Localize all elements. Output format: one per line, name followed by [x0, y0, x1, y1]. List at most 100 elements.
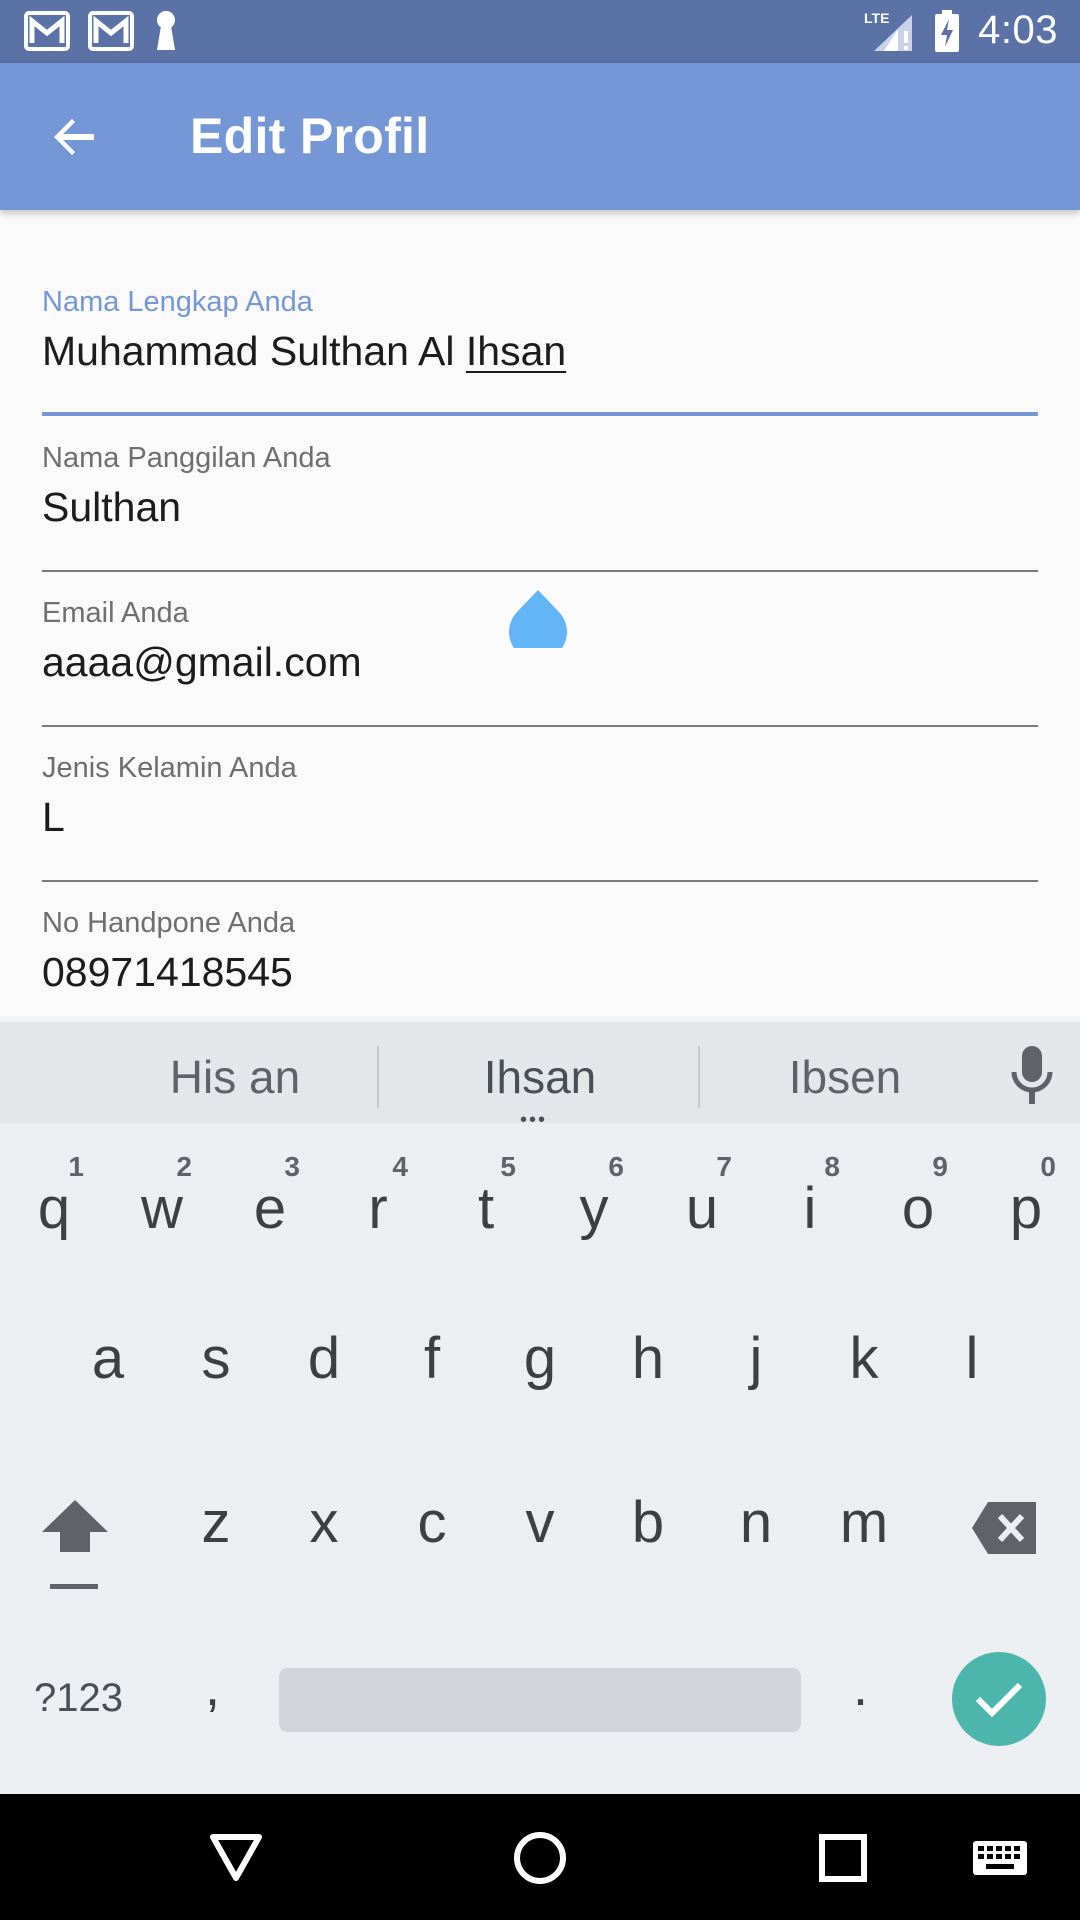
key-q[interactable]: q1	[0, 1123, 108, 1273]
key-number-hint: 5	[500, 1151, 516, 1182]
nickname-underline	[42, 570, 1038, 572]
app-bar: Edit Profil	[0, 63, 1080, 210]
key-o[interactable]: o9	[864, 1123, 972, 1273]
key-m[interactable]: m	[810, 1453, 918, 1603]
suggestion-divider	[377, 1046, 379, 1108]
key-number-hint: 8	[824, 1151, 840, 1182]
key-w[interactable]: w2	[108, 1123, 216, 1273]
microphone-icon[interactable]	[1006, 1044, 1058, 1106]
phone-field[interactable]: No Handpone Anda 08971418545	[42, 907, 1038, 996]
key-label: l	[965, 1326, 979, 1391]
key-i[interactable]: i8	[756, 1123, 864, 1273]
period-key[interactable]: .	[853, 1656, 868, 1718]
key-h[interactable]: h	[594, 1289, 702, 1439]
gender-input[interactable]: L	[42, 794, 1038, 841]
key-label: k	[849, 1326, 879, 1391]
keyboard-switch-button[interactable]	[966, 1824, 1034, 1892]
gender-underline	[42, 880, 1038, 882]
suggestion-divider	[698, 1046, 700, 1108]
key-row-1: q1w2e3r4t5y6u7i8o9p0	[0, 1123, 1080, 1273]
back-nav-button[interactable]	[202, 1824, 270, 1892]
key-label: j	[749, 1326, 763, 1391]
key-d[interactable]: d	[270, 1289, 378, 1439]
key-number-hint: 2	[176, 1151, 192, 1182]
key-v[interactable]: v	[486, 1453, 594, 1603]
space-bar[interactable]	[279, 1668, 801, 1732]
key-j[interactable]: j	[702, 1289, 810, 1439]
phone-input[interactable]: 08971418545	[42, 949, 1038, 996]
key-c[interactable]: c	[378, 1453, 486, 1603]
key-e[interactable]: e3	[216, 1123, 324, 1273]
suggestion-strip: His an Ihsan ••• Ibsen	[0, 1016, 1080, 1130]
shift-icon[interactable]	[38, 1496, 112, 1592]
key-row-3: zxcv b nm	[0, 1453, 1080, 1603]
nickname-label: Nama Panggilan Anda	[42, 442, 331, 474]
key-label: i	[803, 1176, 817, 1241]
back-button[interactable]	[38, 101, 110, 173]
recents-nav-button[interactable]	[809, 1824, 877, 1892]
suggestion-left[interactable]: His an	[140, 1050, 330, 1104]
key-b[interactable]: b	[594, 1453, 702, 1603]
full-name-underline	[42, 412, 1038, 416]
key-row-2: asd fgh j k l	[0, 1289, 1080, 1439]
key-label: z	[201, 1490, 231, 1555]
key-p[interactable]: p0	[972, 1123, 1080, 1273]
key-label: v	[525, 1490, 555, 1555]
key-f[interactable]: f	[378, 1289, 486, 1439]
keyhole-icon	[157, 11, 175, 50]
nickname-field[interactable]: Nama Panggilan Anda Sulthan	[42, 442, 1038, 572]
gender-label: Jenis Kelamin Anda	[42, 752, 297, 784]
battery-charging-icon	[935, 9, 960, 52]
key-number-hint: 6	[608, 1151, 624, 1182]
triangle-back-icon	[210, 1834, 262, 1881]
gmail-icon	[24, 11, 70, 51]
backspace-icon[interactable]	[970, 1500, 1038, 1556]
keyboard-icon	[973, 1841, 1027, 1875]
key-y[interactable]: y6	[540, 1123, 648, 1273]
full-name-input[interactable]: Muhammad Sulthan Al Ihsan	[42, 328, 1038, 375]
key-z[interactable]: z	[162, 1453, 270, 1603]
key-label: o	[901, 1176, 935, 1241]
navigation-bar	[0, 1794, 1080, 1920]
edit-profile-form: Nama Lengkap Anda Muhammad Sulthan Al Ih…	[0, 210, 1080, 1016]
key-r[interactable]: r4	[324, 1123, 432, 1273]
key-label: f	[423, 1326, 441, 1391]
gender-field[interactable]: Jenis Kelamin Anda L	[42, 752, 1038, 882]
key-number-hint: 7	[716, 1151, 732, 1182]
comma-key[interactable]: ,	[205, 1656, 220, 1718]
suggestion-right[interactable]: Ibsen	[740, 1050, 950, 1104]
key-u[interactable]: u7	[648, 1123, 756, 1273]
home-nav-button[interactable]	[506, 1824, 574, 1892]
key-label: r	[368, 1176, 388, 1241]
key-number-hint: 9	[932, 1151, 948, 1182]
key-l[interactable]: l	[918, 1289, 1026, 1439]
key-label: b	[631, 1490, 665, 1555]
key-label: h	[631, 1326, 665, 1391]
key-label: n	[739, 1490, 773, 1555]
key-label: w	[141, 1176, 183, 1241]
key-label: u	[685, 1176, 719, 1241]
key-k[interactable]: k	[810, 1289, 918, 1439]
gmail-icon	[88, 11, 134, 51]
arrow-back-icon	[54, 119, 94, 155]
svg-text:LTE: LTE	[864, 10, 889, 26]
key-g[interactable]: g	[486, 1289, 594, 1439]
status-bar: LTE 4:03	[0, 0, 1080, 63]
key-t[interactable]: t5	[432, 1123, 540, 1273]
key-s[interactable]: s	[162, 1289, 270, 1439]
key-label: d	[307, 1326, 341, 1391]
key-label: a	[91, 1326, 125, 1391]
nickname-input[interactable]: Sulthan	[42, 484, 1038, 531]
symbols-key[interactable]: ?123	[34, 1676, 123, 1721]
key-number-hint: 0	[1040, 1151, 1056, 1182]
clock: 4:03	[978, 8, 1058, 52]
suggestion-center[interactable]: Ihsan	[430, 1050, 650, 1104]
key-x[interactable]: x	[270, 1453, 378, 1603]
done-button[interactable]	[952, 1652, 1046, 1746]
text-cursor-handle[interactable]	[509, 590, 567, 648]
key-a[interactable]: a	[54, 1289, 162, 1439]
key-n[interactable]: n	[702, 1453, 810, 1603]
composing-word: Ihsan	[465, 328, 567, 374]
full-name-field[interactable]: Nama Lengkap Anda Muhammad Sulthan Al Ih…	[42, 286, 1038, 416]
key-label: t	[477, 1176, 495, 1241]
